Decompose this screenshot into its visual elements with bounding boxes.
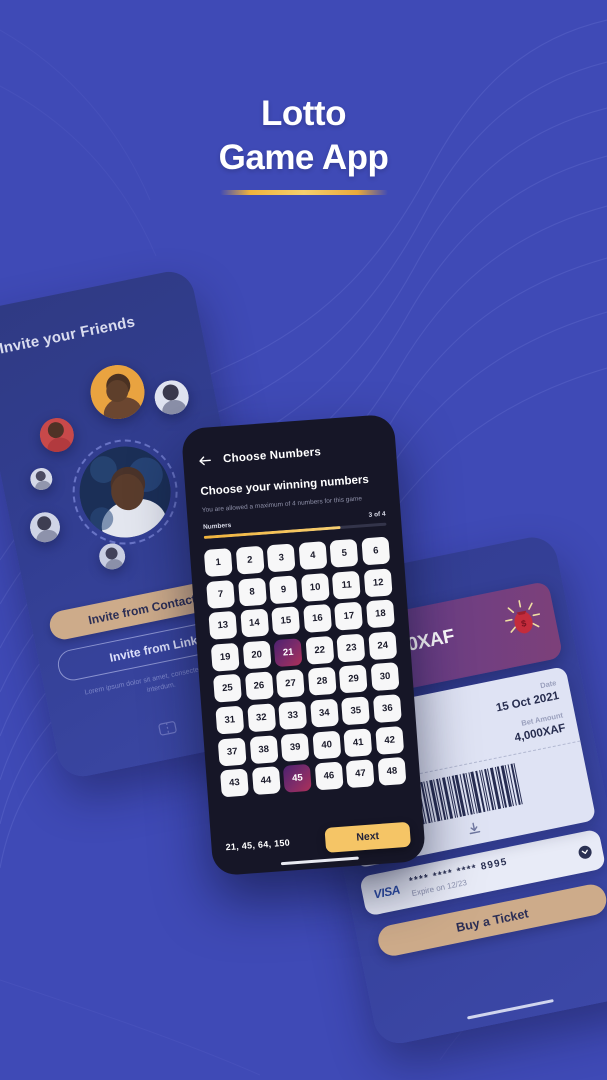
number-cell-20[interactable]: 20 bbox=[242, 640, 272, 670]
number-cell-32[interactable]: 32 bbox=[246, 703, 276, 733]
number-cell-39[interactable]: 39 bbox=[280, 732, 310, 762]
avatar[interactable] bbox=[27, 509, 63, 545]
ticket-date-value: 15 Oct 2021 bbox=[495, 689, 561, 715]
ticket-icon bbox=[158, 721, 177, 736]
number-cell-35[interactable]: 35 bbox=[341, 696, 371, 726]
number-cell-25[interactable]: 25 bbox=[213, 674, 243, 704]
number-cell-34[interactable]: 34 bbox=[309, 698, 339, 728]
number-cell-47[interactable]: 47 bbox=[346, 759, 376, 789]
page-title: Lotto Game App bbox=[0, 92, 607, 195]
back-arrow-icon[interactable] bbox=[198, 453, 213, 468]
picked-numbers-summary: 21, 45, 64, 150 bbox=[225, 837, 291, 853]
next-button[interactable]: Next bbox=[324, 821, 412, 853]
number-cell-30[interactable]: 30 bbox=[370, 662, 400, 692]
number-cell-14[interactable]: 14 bbox=[239, 608, 269, 638]
progress-header: Numbers 3 of 4 bbox=[203, 511, 386, 531]
number-cell-4[interactable]: 4 bbox=[298, 541, 328, 571]
number-cell-9[interactable]: 9 bbox=[269, 574, 299, 604]
ticket-date-label: Date bbox=[539, 678, 558, 691]
money-bag-icon: $ bbox=[499, 594, 547, 647]
bet-amount-field: Bet Amount 4,000XAF bbox=[511, 711, 567, 745]
number-cell-44[interactable]: 44 bbox=[251, 766, 281, 796]
navigation-bar: Choose Numbers bbox=[198, 441, 385, 469]
avatar[interactable] bbox=[85, 360, 150, 424]
number-cell-11[interactable]: 11 bbox=[332, 570, 362, 600]
progress-count: 3 of 4 bbox=[368, 510, 386, 519]
number-cell-2[interactable]: 2 bbox=[235, 545, 265, 575]
number-grid: 1 2 3 4 5 6 7 8 9 10 11 12 13 14 15 16 17 18 19 20 21 22 23 24 2… bbox=[203, 536, 407, 798]
number-cell-40[interactable]: 40 bbox=[312, 730, 342, 760]
number-cell-10[interactable]: 10 bbox=[300, 572, 330, 602]
featured-avatar-ring[interactable] bbox=[63, 430, 188, 554]
title-underline bbox=[219, 190, 388, 195]
number-cell-15[interactable]: 15 bbox=[271, 606, 301, 636]
title-line-2: Game App bbox=[218, 138, 389, 177]
download-icon[interactable] bbox=[465, 820, 483, 838]
home-indicator bbox=[466, 998, 554, 1020]
number-cell-41[interactable]: 41 bbox=[343, 727, 373, 757]
number-cell-37[interactable]: 37 bbox=[217, 737, 247, 767]
number-cell-21[interactable]: 21 bbox=[273, 637, 303, 667]
title-line-1: Lotto bbox=[261, 94, 346, 133]
avatar[interactable] bbox=[28, 466, 55, 492]
featured-avatar bbox=[71, 438, 179, 546]
chevron-down-icon[interactable] bbox=[577, 844, 593, 860]
number-cell-3[interactable]: 3 bbox=[266, 543, 296, 573]
number-cell-36[interactable]: 36 bbox=[372, 694, 402, 724]
nav-title: Choose Numbers bbox=[222, 446, 322, 466]
number-cell-38[interactable]: 38 bbox=[249, 734, 279, 764]
number-cell-7[interactable]: 7 bbox=[206, 579, 236, 609]
number-cell-45[interactable]: 45 bbox=[282, 763, 312, 794]
number-cell-19[interactable]: 19 bbox=[210, 642, 240, 672]
number-cell-16[interactable]: 16 bbox=[302, 604, 332, 634]
number-cell-28[interactable]: 28 bbox=[307, 667, 337, 697]
number-cell-33[interactable]: 33 bbox=[278, 700, 308, 730]
avatar[interactable] bbox=[96, 541, 128, 572]
number-cell-8[interactable]: 8 bbox=[237, 577, 267, 607]
ticket-date-field: Date 15 Oct 2021 bbox=[493, 678, 560, 714]
number-cell-46[interactable]: 46 bbox=[314, 761, 344, 791]
number-cell-48[interactable]: 48 bbox=[377, 757, 407, 787]
number-cell-23[interactable]: 23 bbox=[336, 633, 366, 663]
number-cell-6[interactable]: 6 bbox=[361, 536, 391, 566]
number-cell-13[interactable]: 13 bbox=[208, 611, 238, 641]
number-cell-27[interactable]: 27 bbox=[276, 669, 306, 699]
progress-label: Numbers bbox=[202, 521, 232, 532]
choose-numbers-phone-mockup: Choose Numbers Choose your winning numbe… bbox=[180, 413, 427, 877]
number-cell-31[interactable]: 31 bbox=[215, 705, 245, 735]
number-cell-12[interactable]: 12 bbox=[363, 568, 393, 598]
number-cell-29[interactable]: 29 bbox=[339, 664, 369, 694]
avatar[interactable] bbox=[36, 414, 77, 456]
number-cell-42[interactable]: 42 bbox=[375, 725, 405, 755]
number-cell-17[interactable]: 17 bbox=[334, 601, 364, 631]
number-cell-24[interactable]: 24 bbox=[368, 631, 398, 661]
number-cell-5[interactable]: 5 bbox=[329, 538, 359, 568]
avatar[interactable] bbox=[151, 377, 192, 418]
number-cell-18[interactable]: 18 bbox=[365, 599, 395, 629]
number-cell-26[interactable]: 26 bbox=[244, 671, 274, 701]
number-cell-43[interactable]: 43 bbox=[219, 768, 249, 798]
number-cell-22[interactable]: 22 bbox=[305, 635, 335, 665]
visa-logo: VISA bbox=[372, 882, 402, 902]
number-cell-1[interactable]: 1 bbox=[203, 548, 233, 578]
